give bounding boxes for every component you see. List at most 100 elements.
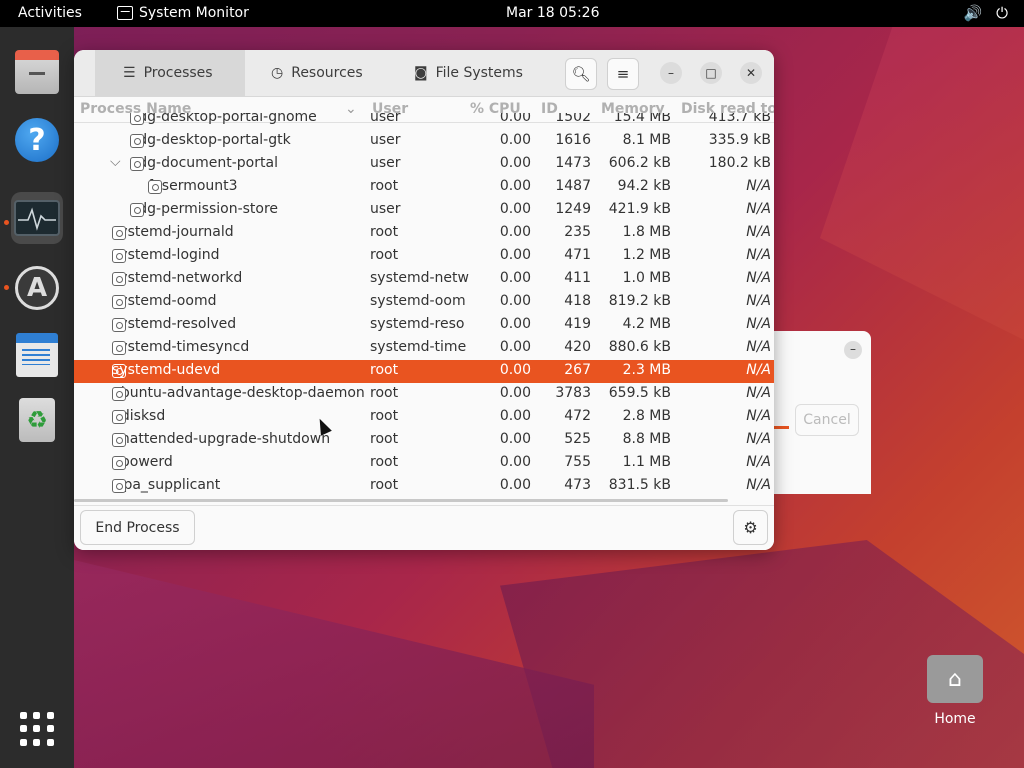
table-row[interactable]: systemd-logind root 0.00 471 1.2 MB N/A: [74, 245, 774, 268]
tab-file-systems[interactable]: ◙ File Systems: [414, 50, 523, 96]
process-memory: 1.0 MB: [622, 270, 671, 286]
desktop-home-label: Home: [934, 711, 976, 727]
table-row[interactable]: fusermount3 root 0.00 1487 94.2 kB N/A: [74, 176, 774, 199]
dock-software[interactable]: A: [11, 262, 63, 314]
search-button[interactable]: 🔍︎: [565, 58, 597, 90]
tab-label: Processes: [143, 65, 213, 81]
process-cpu: 0.00: [499, 385, 531, 401]
menu-button[interactable]: ≡: [607, 58, 639, 90]
process-memory: 1.2 MB: [622, 247, 671, 263]
activities-button[interactable]: Activities: [18, 5, 82, 21]
clock[interactable]: Mar 18 05:26: [506, 5, 599, 21]
process-disk-read: N/A: [746, 431, 771, 447]
dock-text-editor[interactable]: [11, 329, 63, 381]
maximize-button[interactable]: □: [700, 62, 722, 84]
tab-resources[interactable]: ◷ Resources: [271, 50, 363, 96]
process-name: ubuntu-advantage-desktop-daemon: [112, 385, 365, 401]
system-tray[interactable]: 🔊 ⏻: [963, 4, 1008, 22]
process-disk-read: N/A: [746, 477, 771, 493]
minimize-button[interactable]: –: [844, 341, 862, 359]
progress-accent: [774, 426, 789, 429]
close-button[interactable]: ✕: [740, 62, 762, 84]
expander-chevron-icon[interactable]: ⌵: [110, 154, 121, 170]
table-row[interactable]: systemd-udevd root 0.00 267 2.3 MB N/A: [74, 360, 774, 383]
process-name-cell: xdg-desktop-portal-gnome: [130, 113, 366, 125]
process-icon: [112, 272, 126, 286]
disk-icon: ◙: [414, 65, 428, 81]
table-row[interactable]: upowerd root 0.00 755 1.1 MB N/A: [74, 452, 774, 475]
process-memory: 880.6 kB: [608, 339, 671, 355]
tab-label: Resources: [291, 65, 363, 81]
app-menu[interactable]: System Monitor: [117, 5, 249, 21]
minimize-icon: –: [668, 66, 674, 80]
process-icon: [112, 456, 126, 470]
process-icon: [112, 479, 126, 493]
process-cpu: 0.00: [499, 477, 531, 493]
process-name-cell: fusermount3: [148, 178, 366, 194]
table-row[interactable]: systemd-networkd systemd-netw 0.00 411 1.0 M…: [74, 268, 774, 291]
process-user: systemd-reso: [370, 316, 465, 332]
process-cpu: 0.00: [499, 178, 531, 194]
process-icon: [112, 364, 126, 378]
process-user: root: [370, 362, 399, 378]
settings-button[interactable]: ⚙: [733, 510, 768, 545]
process-id: 755: [564, 454, 591, 470]
cancel-button[interactable]: Cancel: [795, 404, 859, 436]
dock: ? A ♻: [0, 27, 74, 768]
table-row[interactable]: xdg-desktop-portal-gnome user 0.00 1502 15.4…: [74, 113, 774, 130]
table-row[interactable]: systemd-oomd systemd-oom 0.00 418 819.2 kB N/…: [74, 291, 774, 314]
show-apps-button[interactable]: [11, 703, 63, 755]
process-cpu: 0.00: [499, 454, 531, 470]
process-user: user: [370, 113, 401, 125]
process-cpu: 0.00: [499, 316, 531, 332]
process-id: 471: [564, 247, 591, 263]
gear-icon: ⚙: [743, 518, 758, 537]
running-indicator: [4, 285, 9, 290]
dock-help[interactable]: ?: [11, 114, 63, 166]
process-cpu: 0.00: [499, 201, 531, 217]
process-icon: [112, 226, 126, 240]
process-cpu: 0.00: [499, 408, 531, 424]
dock-trash[interactable]: ♻: [11, 394, 63, 446]
table-row[interactable]: ⌵ xdg-document-portal user 0.00 1473 606.2 kB…: [74, 153, 774, 176]
table-row[interactable]: wpa_supplicant root 0.00 473 831.5 kB N/A: [74, 475, 774, 498]
process-memory: 421.9 kB: [608, 201, 671, 217]
process-memory: 659.5 kB: [608, 385, 671, 401]
process-user: root: [370, 477, 399, 493]
table-row[interactable]: systemd-journald root 0.00 235 1.8 MB N/A: [74, 222, 774, 245]
files-icon: [15, 50, 59, 94]
footer-bar: End Process ⚙: [74, 505, 774, 550]
horizontal-scrollbar[interactable]: [74, 499, 728, 502]
process-id: 472: [564, 408, 591, 424]
process-disk-read: 335.9 kB: [708, 132, 771, 148]
process-memory: 94.2 kB: [617, 178, 671, 194]
process-icon: [112, 341, 126, 355]
process-cpu: 0.00: [499, 362, 531, 378]
table-row[interactable]: unattended-upgrade-shutdown root 0.00 525 8.…: [74, 429, 774, 452]
top-bar: Activities System Monitor Mar 18 05:26 🔊…: [0, 0, 1024, 27]
table-row[interactable]: xdg-desktop-portal-gtk user 0.00 1616 8.1 MB…: [74, 130, 774, 153]
process-id: 235: [564, 224, 591, 240]
dock-system-monitor[interactable]: [11, 192, 63, 244]
process-user: user: [370, 132, 401, 148]
process-icon: [112, 249, 126, 263]
process-name-cell: systemd-udevd: [112, 362, 366, 378]
process-name: systemd-journald: [112, 224, 234, 240]
end-process-button[interactable]: End Process: [80, 510, 195, 545]
process-id: 525: [564, 431, 591, 447]
minimize-button[interactable]: –: [660, 62, 682, 84]
table-row[interactable]: xdg-permission-store user 0.00 1249 421.9 kB…: [74, 199, 774, 222]
process-cpu: 0.00: [499, 155, 531, 171]
process-name: wpa_supplicant: [112, 477, 221, 493]
background-dialog: – Cancel: [774, 331, 871, 494]
running-indicator: [4, 220, 9, 225]
process-name: unattended-upgrade-shutdown: [112, 431, 331, 447]
table-row[interactable]: ubuntu-advantage-desktop-daemon root 0.00 3…: [74, 383, 774, 406]
table-row[interactable]: systemd-resolved systemd-reso 0.00 419 4.2 M…: [74, 314, 774, 337]
table-row[interactable]: udisksd root 0.00 472 2.8 MB N/A: [74, 406, 774, 429]
process-memory: 819.2 kB: [608, 293, 671, 309]
table-row[interactable]: systemd-timesyncd systemd-time 0.00 420 880.…: [74, 337, 774, 360]
tab-processes[interactable]: ☰ Processes: [95, 50, 245, 96]
desktop-home[interactable]: ⌂ Home: [920, 655, 990, 727]
dock-files[interactable]: [11, 48, 63, 100]
